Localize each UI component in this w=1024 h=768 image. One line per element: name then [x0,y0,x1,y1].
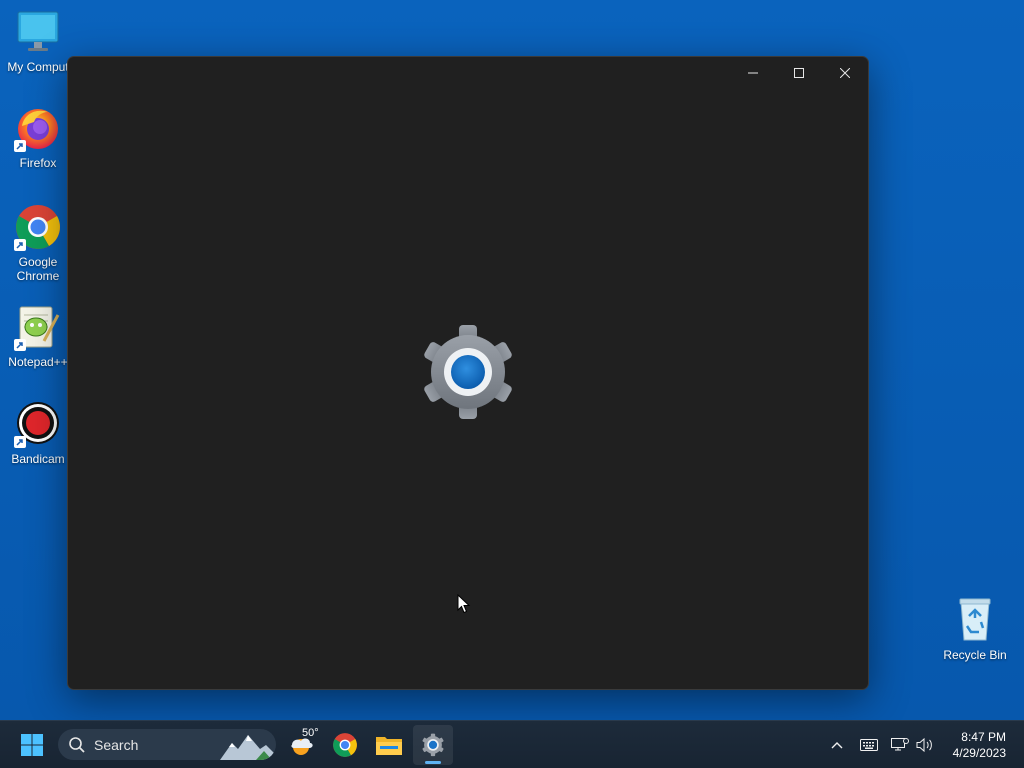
maximize-button[interactable] [776,57,822,89]
clock-date: 4/29/2023 [952,746,1006,760]
notepadpp-icon [14,303,62,351]
desktop-icon-label: Recycle Bin [943,648,1007,662]
start-button[interactable] [12,725,52,765]
minimize-icon [748,72,758,74]
desktop-icon-recycle-bin[interactable]: Recycle Bin [937,596,1013,662]
taskbar-chrome-button[interactable] [325,725,365,765]
file-explorer-icon [376,737,402,755]
chrome-icon [333,733,357,757]
monitor-icon [14,8,62,56]
desktop-icon-label: Bandicam [11,452,65,466]
volume-icon [916,737,932,753]
taskbar-search-box[interactable]: Search [58,729,276,760]
shortcut-arrow-icon [14,239,26,251]
close-icon [840,68,850,78]
shortcut-arrow-icon [14,140,26,152]
desktop-icon-google-chrome[interactable]: Google Chrome [0,203,76,283]
shortcut-arrow-icon [14,436,26,448]
desktop-icon-my-computer[interactable]: My Comput [0,8,76,74]
window-controls [730,57,868,89]
desktop-icon-label: My Comput [7,60,69,74]
active-app-indicator [425,761,441,764]
network-button[interactable] [888,733,912,757]
settings-gear-icon [418,325,518,420]
chevron-up-icon [831,742,843,749]
search-icon [69,736,85,753]
bandicam-icon [14,400,62,448]
search-highlight-mountains-icon [220,735,276,760]
show-hidden-icons-button[interactable] [825,733,849,757]
keyboard-icon [860,739,878,751]
settings-window[interactable] [67,56,869,690]
mouse-cursor-icon [457,593,471,614]
start-icon [21,734,43,756]
firefox-icon [14,104,62,152]
desktop-icon-label: Notepad++ [8,355,68,369]
weather-temperature: 50° [302,727,319,739]
taskbar-file-explorer-button[interactable] [369,725,409,765]
taskbar: Search 50° 8:47 PM 4/29/2023 [0,720,1024,768]
network-icon [891,738,909,751]
desktop-icon-bandicam[interactable]: Bandicam [0,400,76,466]
shortcut-arrow-icon [14,339,26,351]
taskbar-settings-button[interactable] [413,725,453,765]
desktop-icon-label: Firefox [19,156,57,170]
maximize-icon [794,68,804,78]
desktop-icon-firefox[interactable]: Firefox [0,104,76,170]
settings-icon [422,733,444,757]
search-label: Search [94,736,139,753]
keyboard-layout-button[interactable] [857,733,881,757]
recycle-bin-icon [951,596,999,644]
desktop-icon-notepadpp[interactable]: Notepad++ [0,303,76,369]
clock-time: 8:47 PM [961,730,1006,744]
minimize-button[interactable] [730,57,776,89]
volume-button[interactable] [913,733,937,757]
taskbar-clock[interactable]: 8:47 PM 4/29/2023 [953,729,1006,761]
desktop-icon-label: Google Chrome [16,255,60,283]
close-button[interactable] [822,57,868,89]
chrome-icon [14,203,62,251]
